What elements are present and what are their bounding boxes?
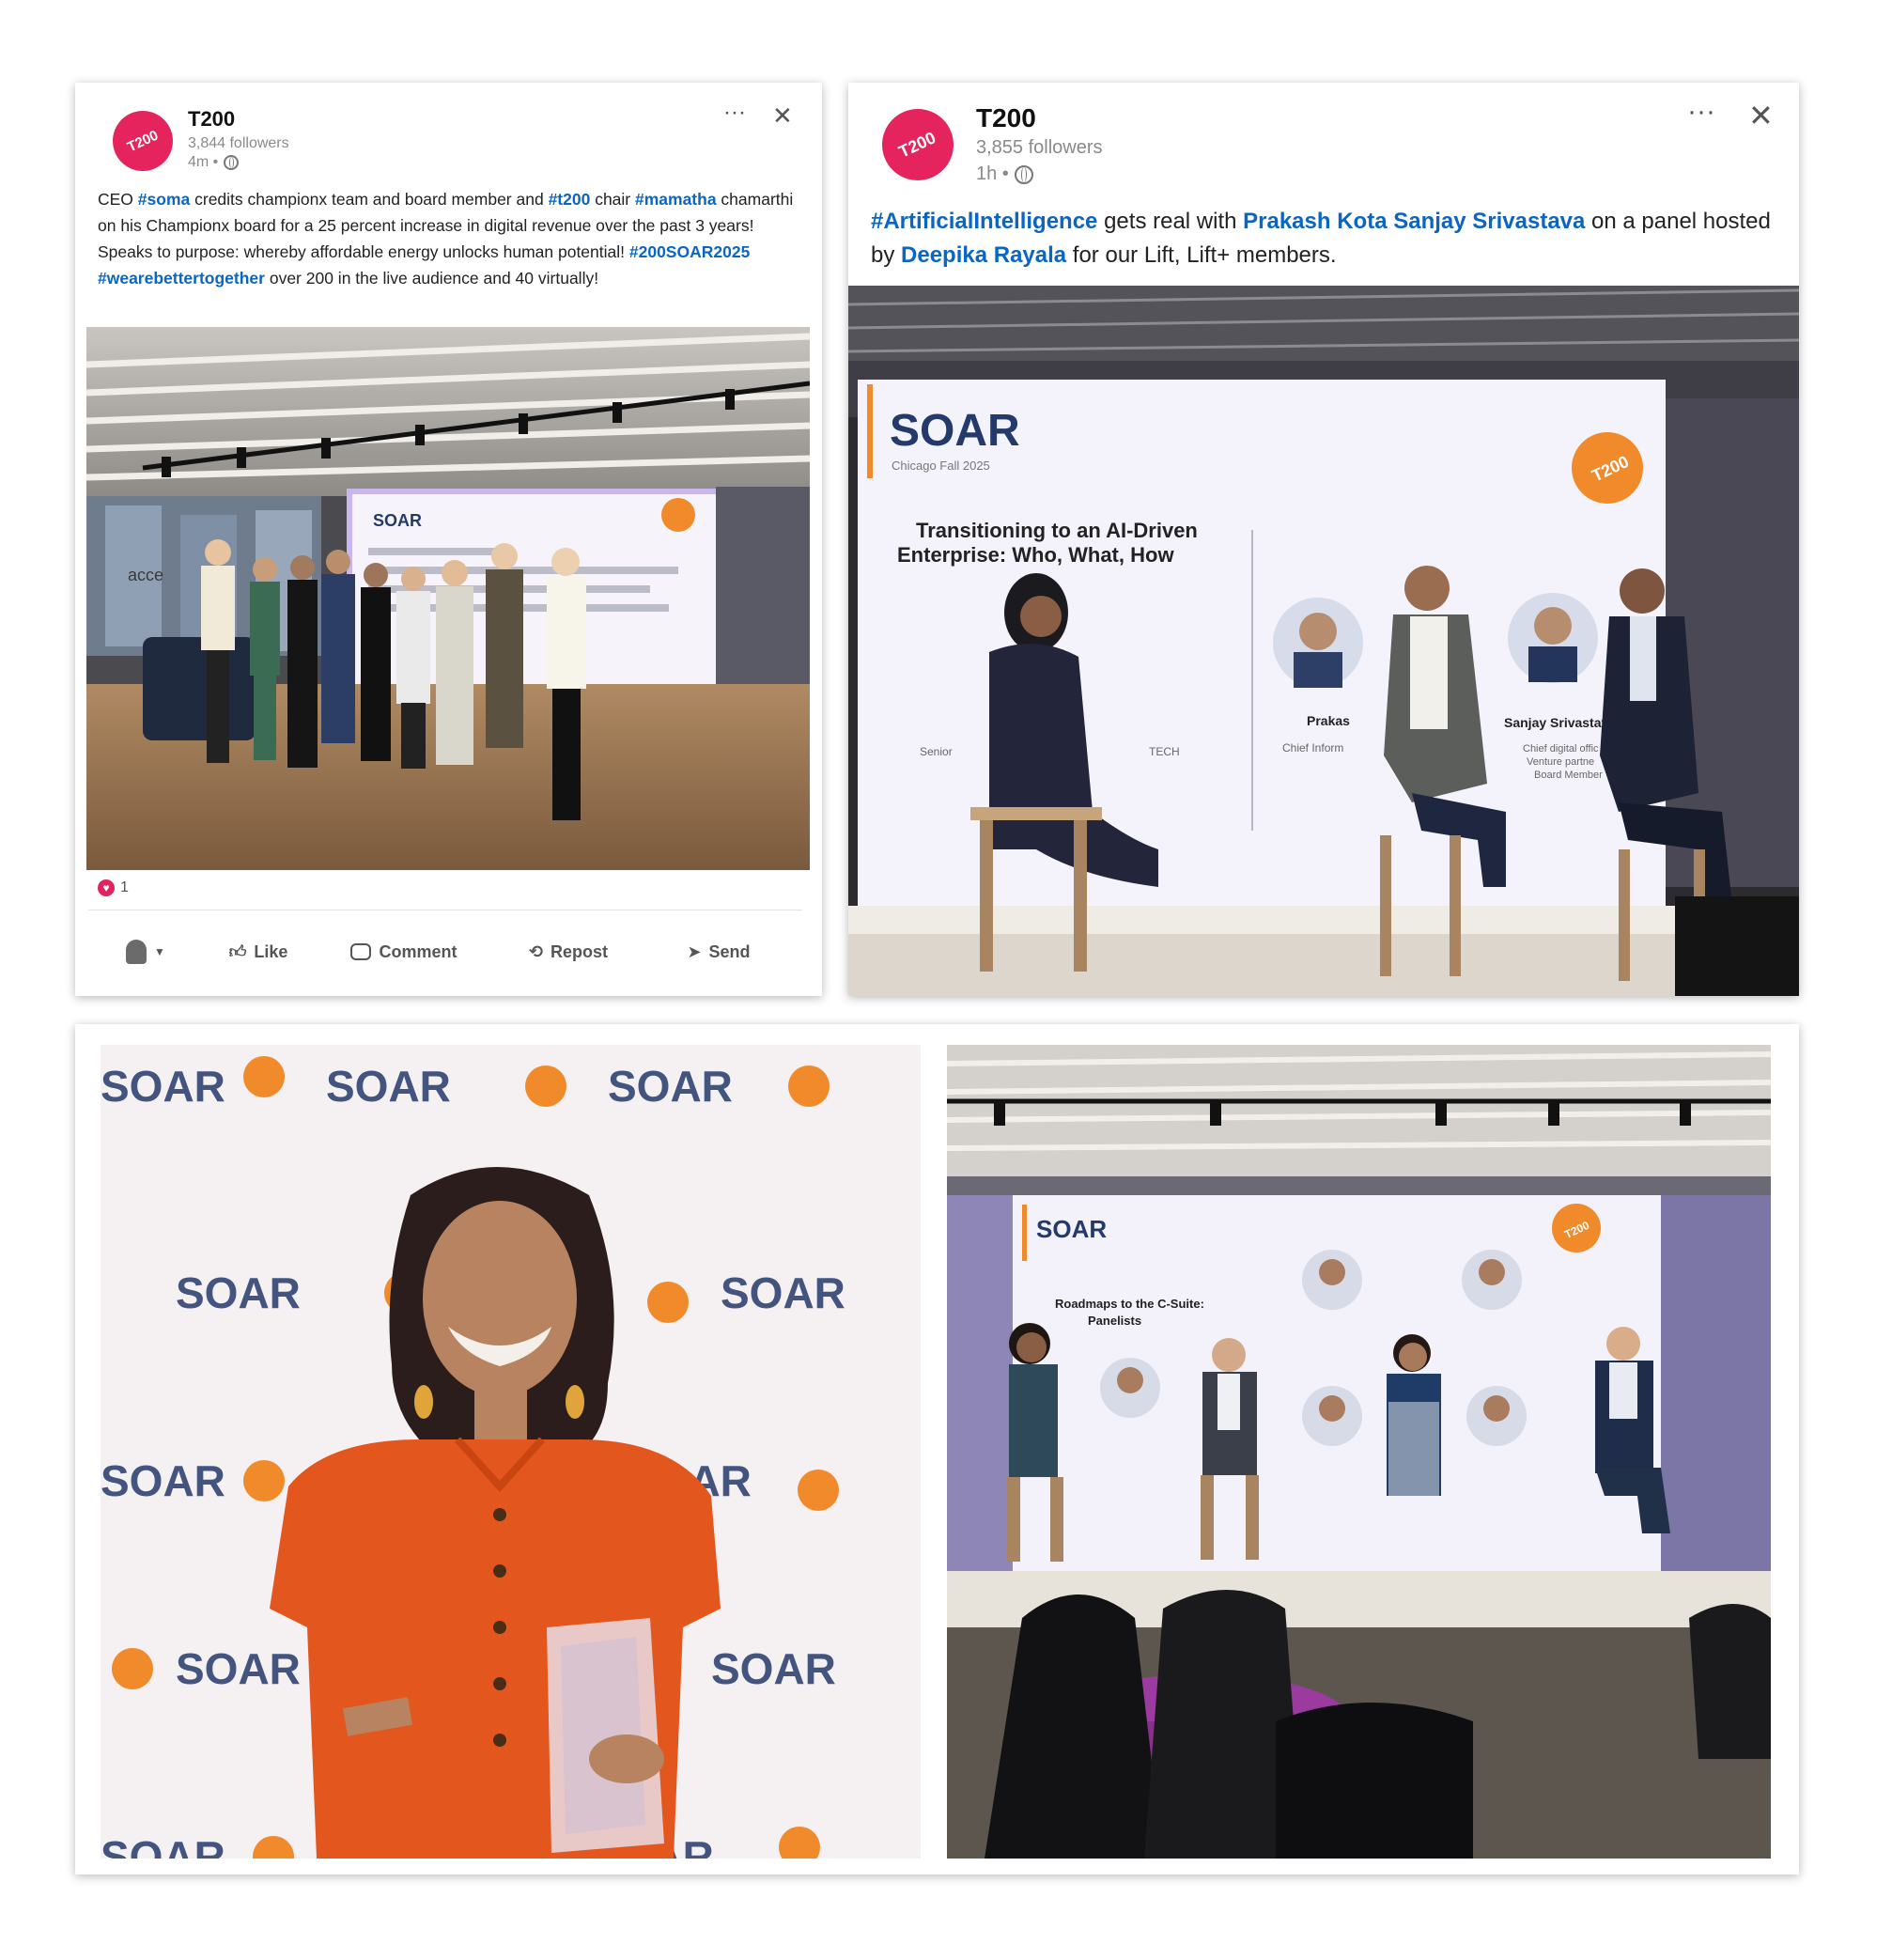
post-link[interactable]: Sanjay Srivastava (1393, 209, 1585, 234)
post-body-text: #ArtificialIntelligence gets real with P… (871, 205, 1782, 272)
post-card-2: T200 T200 3,855 followers 1h • ··· ✕ #Ar… (848, 83, 1799, 996)
backdrop-t200-badge (243, 1056, 285, 1097)
post-time-text: 4m • (188, 154, 219, 170)
slide-host-label-left: Senior (920, 745, 953, 758)
post-body-text: CEO #soma credits championx team and boa… (98, 186, 798, 291)
send-label: Send (708, 941, 751, 961)
org-avatar[interactable]: T200 (113, 111, 173, 171)
photo-csuite-panel[interactable]: SOAR T200 Roadmaps to the C-Suite: Panel… (947, 1045, 1771, 1859)
backdrop-soar-logo: SOAR (608, 1062, 733, 1111)
backdrop-t200-badge (112, 1648, 153, 1689)
backdrop-soar-logo: SOAR (326, 1062, 451, 1111)
org-avatar[interactable]: T200 (882, 109, 954, 180)
backdrop-t200-badge (525, 1066, 566, 1107)
photo-card-award: SOAR SOAR SOAR SOAR SOAR SOAR SOAR SOAR SOAR SOAR… (75, 1024, 1799, 1874)
comment-button[interactable]: Comment (319, 942, 489, 962)
backdrop-t200-badge (647, 1282, 689, 1323)
comment-icon (350, 943, 372, 960)
follower-count: 3,855 followers (976, 137, 1103, 158)
globe-icon (224, 155, 240, 170)
backdrop-soar-logo: SOAR (711, 1644, 836, 1693)
slide-title-1: Roadmaps to the C-Suite: (1055, 1297, 1204, 1311)
post-card-1: T200 T200 3,844 followers 4m • ··· ✕ CEO… (75, 83, 822, 996)
close-icon[interactable]: ✕ (772, 101, 793, 131)
slide-logo: SOAR (1036, 1215, 1107, 1243)
post-photo-ai-panel[interactable]: SOAR Chicago Fall 2025 T200 Transitionin… (848, 286, 1799, 996)
repost-label: Repost (551, 941, 609, 961)
post-link[interactable]: #200SOAR2025 (629, 242, 750, 261)
post-text-segment: gets real with (1097, 209, 1244, 234)
backdrop-soar-logo: SOAR (101, 1456, 225, 1505)
slide-speaker2-title-1: Chief digital offic (1523, 743, 1599, 754)
csuite-panel-illustration: SOAR T200 Roadmaps to the C-Suite: Panel… (947, 1045, 1771, 1859)
post-link[interactable]: #ArtificialIntelligence (871, 209, 1097, 234)
repost-icon: ⟲ (528, 941, 544, 961)
send-button[interactable]: ➤ Send (648, 942, 789, 962)
backdrop-t200-badge (798, 1470, 839, 1511)
post-link[interactable]: #wearebettertogether (98, 269, 265, 288)
slide-title-2: Panelists (1088, 1314, 1141, 1328)
post-link[interactable]: #mamatha (635, 190, 717, 209)
close-icon[interactable]: ✕ (1748, 98, 1774, 133)
award-group-illustration: SOAR acce (86, 327, 810, 870)
post-text-segment: for our Lift, Lift+ members. (1066, 242, 1337, 268)
post-photo-award-group[interactable]: SOAR acce (86, 327, 810, 870)
slide-title-line1: Transitioning to an AI-Driven (916, 519, 1198, 542)
reaction-summary[interactable]: ♥ 1 (98, 879, 129, 896)
user-avatar-icon (126, 940, 147, 964)
backdrop-t200-badge (788, 1066, 830, 1107)
slide-title-line2: Enterprise: Who, What, How (897, 543, 1174, 567)
slide-speaker2-title-2: Venture partne (1527, 756, 1594, 768)
send-icon: ➤ (687, 941, 702, 961)
reaction-count: 1 (120, 879, 129, 895)
backdrop-soar-logo: SOAR (101, 1062, 225, 1111)
comment-label: Comment (379, 941, 457, 961)
thumbs-up-icon: 👍︎ (228, 942, 247, 961)
post-text-segment: credits championx team and board member … (190, 190, 549, 209)
more-options-icon[interactable]: ··· (723, 100, 746, 126)
post-link[interactable]: #soma (138, 190, 190, 209)
post-as-selector[interactable]: ▼ (94, 940, 197, 964)
slide-speaker2-name: Sanjay Srivastav (1504, 715, 1609, 730)
slide-logo: SOAR (890, 406, 1020, 456)
slide-speaker2-title-3: Board Member (1534, 770, 1603, 781)
repost-button[interactable]: ⟲ Repost (489, 942, 648, 962)
backdrop-soar-logo: SOAR (721, 1268, 845, 1317)
like-label: Like (254, 941, 288, 961)
post-link[interactable]: Deepika Rayala (901, 242, 1066, 268)
backdrop-soar-logo: SOAR (176, 1268, 301, 1317)
post-time-text: 1h • (976, 163, 1009, 184)
post-time: 4m • (188, 154, 240, 171)
slide-speaker1-name: Prakas (1307, 713, 1350, 728)
heart-reaction-icon: ♥ (98, 879, 115, 896)
slide-host-label-right: TECH (1149, 745, 1180, 758)
backdrop-t200-badge (243, 1460, 285, 1501)
more-options-icon[interactable]: ··· (1687, 96, 1715, 128)
post-text-segment: CEO (98, 190, 138, 209)
slide-speaker1-title: Chief Inform (1282, 741, 1343, 754)
org-name[interactable]: T200 (188, 107, 235, 132)
backdrop-soar-logo: SOAR (101, 1832, 225, 1859)
chevron-down-icon: ▼ (154, 945, 165, 958)
ai-panel-illustration: SOAR Chicago Fall 2025 T200 Transitionin… (848, 286, 1799, 996)
slide-logo-sub: Chicago Fall 2025 (892, 459, 990, 473)
org-name[interactable]: T200 (976, 103, 1036, 133)
post-text-segment: over 200 in the live audience and 40 vir… (264, 269, 599, 288)
photo-award-winner[interactable]: SOARSOARSOARSOARSOARSOARSOARSOARSOARSOAR… (101, 1045, 921, 1859)
wall-text: acce (128, 566, 163, 584)
globe-icon (1014, 164, 1033, 184)
like-button[interactable]: 👍︎ Like (197, 941, 319, 962)
post-action-bar: ▼ 👍︎ Like Comment ⟲ Repost ➤ Send (94, 928, 808, 975)
backdrop-soar-logo: SOAR (176, 1644, 301, 1693)
post-text-segment: chair (590, 190, 635, 209)
award-winner-illustration: SOARSOARSOARSOARSOARSOARSOARSOARSOARSOAR… (101, 1045, 921, 1859)
post-time: 1h • (976, 163, 1033, 185)
screen-logo: SOAR (373, 511, 422, 530)
post-link[interactable]: #t200 (549, 190, 591, 209)
post-link[interactable]: Prakash Kota (1243, 209, 1387, 234)
follower-count: 3,844 followers (188, 135, 289, 151)
